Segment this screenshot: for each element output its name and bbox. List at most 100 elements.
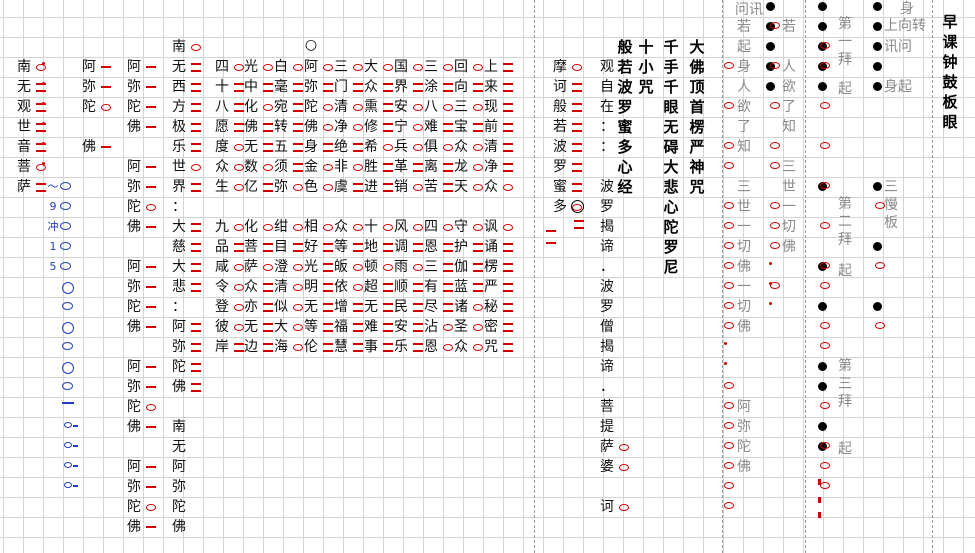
drum-beat-mark (875, 322, 885, 329)
chant-character: 中 (242, 77, 273, 97)
chant-character: 无 (242, 137, 273, 157)
chant-character: 雨 (392, 257, 423, 277)
board-beat-mark (100, 57, 112, 77)
chant-character: 般 (617, 38, 633, 56)
chant-character: 伽 (452, 257, 483, 277)
chant-character: 弥 (172, 479, 186, 495)
action-character: 世 (782, 179, 796, 195)
board-beat-mark (145, 277, 157, 297)
chant-character: 三 (422, 257, 453, 277)
chant-character: ： (172, 199, 186, 215)
chant-character: ： (172, 299, 186, 315)
action-character: 欲 (737, 99, 751, 115)
chant-character (125, 437, 143, 457)
chant-character: 弥 (170, 337, 201, 357)
chant-character: 萨 (242, 257, 273, 277)
chant-character: 陀 (302, 97, 333, 117)
chant-character: 咒 (689, 178, 705, 196)
drum-beat-mark (618, 457, 630, 477)
action-character: 身 (737, 59, 751, 75)
chant-character: 罗 (663, 238, 679, 256)
chant-character: 若 (551, 117, 582, 137)
board-beat-mark (190, 277, 202, 297)
ritual-note: 上向转 (884, 18, 926, 34)
chant-character: 众 (482, 177, 513, 197)
chant-character: 海 (272, 337, 303, 357)
drum-beat-mark (724, 202, 734, 209)
section-divider-middle (722, 0, 723, 553)
board-beat-mark (571, 137, 583, 157)
chant-character (170, 397, 188, 417)
chant-character: 楞 (689, 118, 705, 136)
action-character: 佛 (737, 259, 751, 275)
chant-character: 前 (482, 117, 513, 137)
chant-character: 净 (332, 117, 363, 137)
chant-character: 岸 (213, 337, 244, 357)
chant-character: 南 (172, 419, 186, 435)
bell-strike-icon (818, 382, 827, 391)
board-beat-mark (190, 357, 202, 377)
action-character: 知 (782, 119, 796, 135)
drum-beat-mark (820, 62, 830, 69)
chant-character: 严 (689, 138, 705, 156)
chant-character: 界 (170, 177, 201, 197)
chant-character: 方 (170, 97, 201, 117)
ritual-note: 第一拜 (838, 16, 852, 68)
chant-character: 无 (362, 297, 393, 317)
chant-character: 世 (170, 157, 201, 177)
chant-character: 秘 (482, 297, 513, 317)
chant-character: 阿 (125, 157, 156, 177)
chant-character: 毫 (272, 77, 303, 97)
board-beat-mark (145, 297, 157, 317)
chant-column-c21: 大佛顶首楞严神咒 (688, 37, 706, 197)
action-character: 一 (782, 199, 796, 215)
chant-character (213, 197, 231, 217)
blue-beat-mark (60, 262, 71, 270)
chant-character: 阿 (170, 317, 201, 337)
chant-character: 阿 (125, 257, 156, 277)
red-dot-mark (42, 82, 45, 85)
board-beat-mark (145, 57, 157, 77)
chant-character: 天 (452, 177, 483, 197)
ritual-note: 三慢板 (884, 179, 898, 231)
chant-character: 弥 (125, 77, 156, 97)
drum-beat-mark (875, 262, 885, 269)
action-character: 切 (737, 299, 751, 315)
board-beat-mark (145, 157, 157, 177)
drum-beat-mark (724, 282, 734, 289)
bell-strike-icon (766, 42, 775, 51)
action-character (780, 137, 798, 157)
chant-character: 千 (663, 38, 679, 56)
chant-character: 向 (452, 77, 483, 97)
board-beat-mark (145, 457, 157, 477)
chant-character: 极 (170, 117, 201, 137)
board-beat-mark (145, 257, 157, 277)
chant-character: 蜜 (617, 118, 633, 136)
chant-character: 众 (452, 137, 483, 157)
action-character: 知 (737, 139, 751, 155)
chant-character: 亦 (242, 297, 273, 317)
chant-character: 尼 (663, 258, 679, 276)
drum-beat-mark (724, 382, 734, 389)
board-beat-mark (145, 317, 157, 337)
chant-character: 难 (422, 117, 453, 137)
chant-character: 似 (272, 297, 303, 317)
chant-character: 陀 (663, 218, 679, 236)
chant-column-c18: 般若波罗蜜多心经 (616, 37, 634, 197)
board-beat-mark (145, 477, 157, 497)
bell-strike-icon (873, 82, 882, 91)
board-beat-mark (145, 77, 157, 97)
drum-beat-mark (820, 482, 830, 489)
score-sheet: ○ 南无观世音菩萨～ 9 冲 1 5 阿弥陀佛阿弥陀佛阿弥陀佛阿弥陀佛阿弥陀佛阿弥陀佛南无… (0, 0, 975, 553)
chant-character: 诵 (482, 237, 513, 257)
chant-character: 佛 (242, 117, 273, 137)
chant-character: 风 (392, 217, 423, 237)
drum-beat-mark (770, 142, 780, 149)
title-character: 早 (942, 13, 958, 31)
chant-character: 须 (272, 157, 303, 177)
chant-character: 八 (422, 97, 453, 117)
title-character: 课 (942, 33, 958, 51)
chant-character: 萨 (15, 177, 46, 197)
action-character: 三 (737, 179, 751, 195)
chant-character: 绝 (332, 137, 363, 157)
